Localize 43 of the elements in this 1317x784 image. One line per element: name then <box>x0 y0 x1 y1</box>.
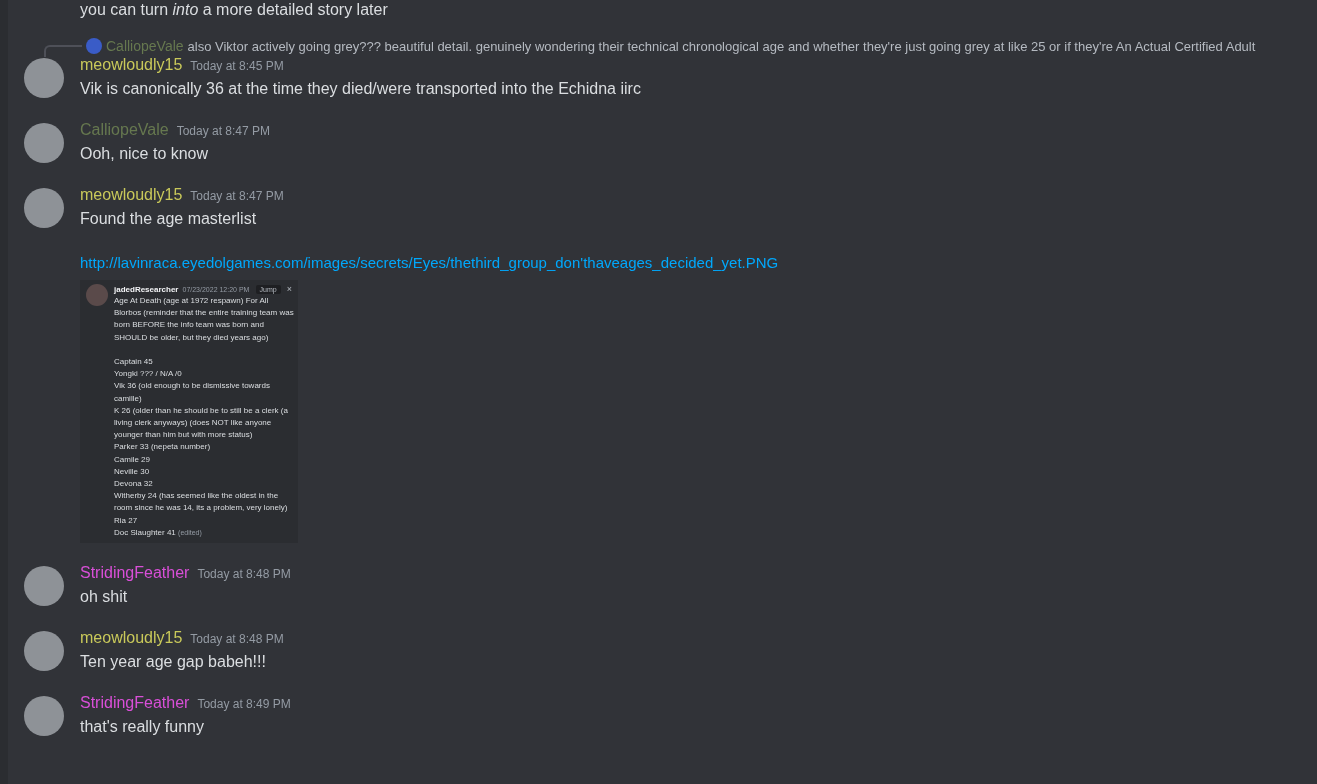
message-text: Doc Slaughter 41 <box>114 527 176 537</box>
timestamp: Today at 8:45 PM <box>190 59 284 73</box>
message-text: Neville 30 <box>114 465 151 478</box>
message-text: Devona 32 <box>114 478 154 491</box>
username[interactable]: StridingFeather <box>80 564 190 583</box>
username[interactable]: meowloudly15 <box>80 186 183 204</box>
timestamp: Today at 8:48 PM <box>190 632 284 647</box>
username[interactable]: meowloudly15 <box>80 56 183 74</box>
message-link[interactable]: http://lavinraca.eyedolgames.com/images/secrets/Eyes/thethird_group_don'thaveages_decided_yet.PNG <box>80 252 779 274</box>
avatar[interactable] <box>24 566 64 607</box>
message-text: you can turn into a more detailed story later <box>79 2 389 18</box>
message-text: Vik 36 (old enough to be dismissive towards camille) <box>114 380 271 405</box>
close-button[interactable]: × <box>284 285 294 294</box>
message-text: Yongki ??? / N/A /0 <box>114 368 183 381</box>
message-text: Found the age masterlist <box>80 209 258 229</box>
message-text: oh shit <box>80 587 129 608</box>
reply-connector <box>44 45 82 57</box>
avatar <box>86 284 108 306</box>
avatar[interactable] <box>24 58 64 98</box>
message-text: Camile 29 <box>114 453 151 466</box>
timestamp: Today at 8:49 PM <box>197 697 291 712</box>
message-text: Captain 45 <box>114 356 154 368</box>
avatar[interactable] <box>24 696 64 737</box>
message-text: Witherby 24 (has seemed like the oldest in the room since he was 14, its a problem, very lonely) <box>114 490 289 515</box>
message-text: that's really funny <box>80 717 205 738</box>
avatar[interactable] <box>24 631 64 672</box>
username[interactable]: StridingFeather <box>80 694 190 713</box>
avatar[interactable] <box>24 188 64 228</box>
message-text: Ria 27 <box>114 514 139 527</box>
message-text: K 26 (older than he should be to still be a clerk (a living clerk anyways) (does NOT like anyone younger than him but with more status) <box>114 404 289 442</box>
message-text: Vik is canonically 36 at the time they died/were transported into the Echidna iirc <box>80 79 641 99</box>
message-text: Ten year age gap babeh!!! <box>80 652 267 673</box>
username[interactable]: meowloudly15 <box>80 629 183 648</box>
timestamp: Today at 8:47 PM <box>190 189 284 203</box>
avatar <box>86 38 102 54</box>
reply-text[interactable]: also Viktor actively going grey??? beautiful detail. genuinely wondering their technical chronological age and whether they're just going grey at like 25 or if they're An Actual Certified Adult <box>187 38 1256 54</box>
avatar[interactable] <box>24 123 64 163</box>
message-text: Age At Death (age at 1972 respawn) For All Blorbos (reminder that the entire training team was born BEFORE the info team was born and SHOULD be older, but they died years ago) <box>114 295 294 344</box>
message-text: Ooh, nice to know <box>80 144 210 164</box>
username: jadedResearcher <box>114 285 179 294</box>
timestamp: Today at 8:48 PM <box>197 567 291 582</box>
message-text: Parker 33 (nepeta number) <box>114 441 212 454</box>
timestamp: Today at 8:47 PM <box>176 124 271 138</box>
